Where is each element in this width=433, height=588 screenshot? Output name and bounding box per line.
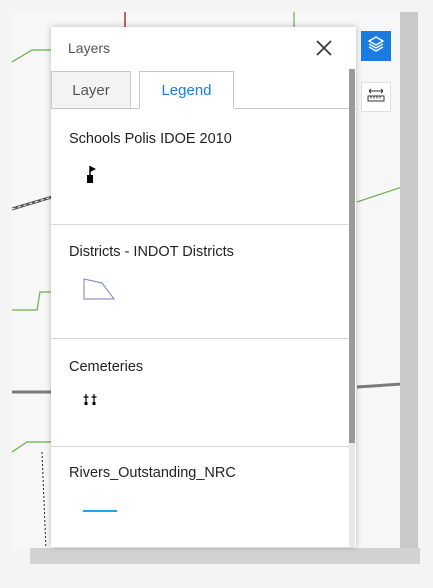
panel-tabs: Layer Legend: [51, 71, 356, 109]
legend-list: Schools Polis IDOE 2010 Districts - INDO…: [51, 109, 349, 547]
panel-header: Layers: [51, 27, 356, 71]
map-edge-shadow: [400, 12, 418, 552]
legend-item: Districts - INDOT Districts: [51, 225, 349, 339]
legend-scrollbar[interactable]: [349, 69, 355, 547]
polygon-icon: [82, 277, 116, 308]
legend-item-title: Cemeteries: [69, 359, 144, 375]
map-bottom-shadow: [30, 548, 420, 564]
close-button[interactable]: [313, 37, 335, 59]
legend-item-title: Rivers_Outstanding_NRC: [69, 465, 236, 481]
layers-panel: Layers Layer Legend Schools Polis IDOE 2…: [51, 27, 356, 547]
panel-title: Layers: [68, 40, 111, 56]
measure-button[interactable]: [361, 82, 391, 112]
river-line-icon: [83, 500, 117, 518]
layers-icon: [367, 35, 385, 58]
legend-item-title: Schools Polis IDOE 2010: [69, 131, 232, 147]
close-icon: [313, 40, 335, 63]
legend-item: Rivers_Outstanding_NRC: [51, 447, 349, 547]
measure-icon: [366, 86, 386, 109]
tab-legend[interactable]: Legend: [139, 71, 234, 109]
tab-layer[interactable]: Layer: [51, 71, 131, 108]
legend-item: Schools Polis IDOE 2010: [51, 109, 349, 225]
scrollbar-thumb[interactable]: [349, 69, 355, 443]
layers-button[interactable]: [361, 31, 391, 61]
cemetery-icon: [82, 392, 100, 411]
school-flag-icon: [85, 163, 99, 194]
legend-item: Cemeteries: [51, 339, 349, 447]
legend-item-title: Districts - INDOT Districts: [69, 244, 234, 260]
